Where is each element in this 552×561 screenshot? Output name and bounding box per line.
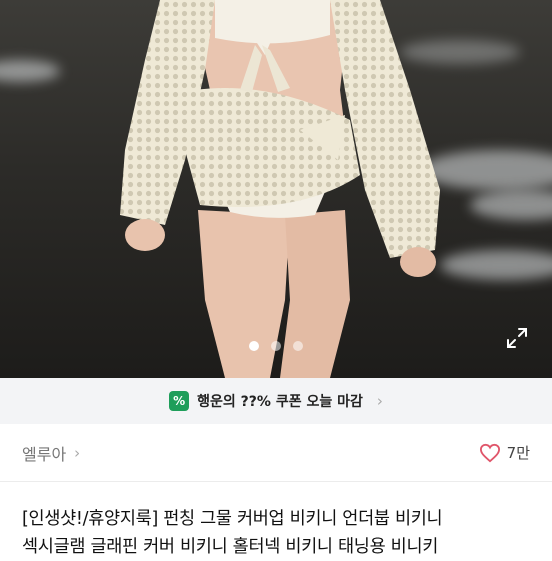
like-count: 7만	[506, 444, 530, 462]
chevron-right-icon: ›	[74, 443, 81, 462]
chevron-right-icon: ›	[376, 392, 383, 410]
gallery-dot[interactable]	[271, 341, 281, 351]
coupon-text: 행운의 ??% 쿠폰 오늘 마감	[197, 394, 363, 410]
gallery-pagination	[0, 341, 552, 351]
seller-row: 엘루아 › 7만	[0, 424, 552, 482]
coupon-banner[interactable]: % 행운의 ??% 쿠폰 오늘 마감 ›	[0, 378, 552, 424]
product-image-gallery[interactable]	[0, 0, 552, 378]
seller-name: 엘루아	[22, 444, 67, 464]
coupon-percent-icon: %	[169, 391, 190, 411]
product-photo	[120, 0, 440, 378]
gallery-dot[interactable]	[249, 341, 259, 351]
expand-icon	[507, 328, 527, 348]
product-title: [인생샷!/휴양지룩] 펀칭 그물 커버업 비키니 언더붑 비키니 섹시글램 글…	[22, 505, 534, 561]
expand-image-button[interactable]	[504, 325, 530, 351]
like-button[interactable]: 7만	[479, 442, 530, 463]
heart-icon	[479, 443, 500, 462]
gallery-dot[interactable]	[293, 341, 303, 351]
seller-link[interactable]: 엘루아 ›	[22, 441, 80, 465]
product-title-line: 섹시글램 글래핀 커버 비키니 홀터넥 비키니 태닝용 비니키	[22, 537, 439, 557]
product-title-line: [인생샷!/휴양지룩] 펀칭 그물 커버업 비키니 언더붑 비키니	[22, 509, 443, 529]
